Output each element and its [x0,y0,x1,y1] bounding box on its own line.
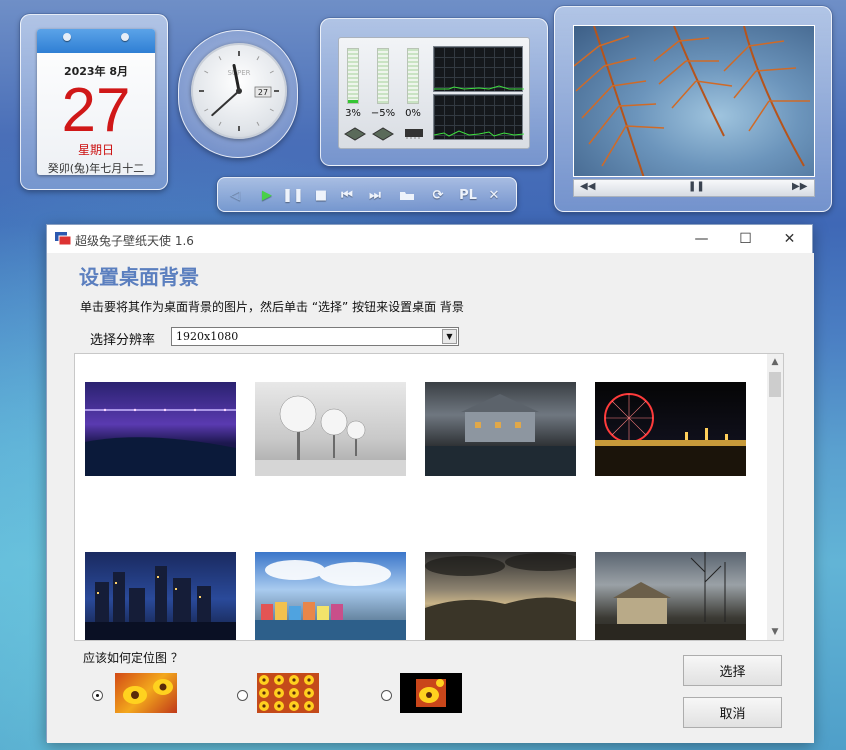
clock-date-window: 27 [258,88,268,97]
cancel-button[interactable]: 取消 [683,697,782,728]
chevron-down-icon[interactable]: ▼ [442,329,457,344]
cpu2-meter [377,48,389,104]
instruction-text: 单击要将其作为桌面背景的图片，然后单击 “选择” 按钮来设置桌面 背景 [80,300,464,314]
title-bar[interactable]: 超级兔子壁纸天使 1.6 — ☐ ✕ [47,225,812,253]
media-control-bar: ◁ ▶ ❚❚ ■ ⏮ ⏭ ⟳ PL ✕ [217,177,517,212]
gallery-scrollbar[interactable]: ▲ ▼ [767,354,783,640]
radio-tile[interactable] [237,690,248,701]
app-icon [55,232,71,246]
resolution-label: 选择分辨率 [90,333,156,348]
radio-stretch[interactable] [92,690,103,701]
previous-icon[interactable]: ⏮ [338,185,356,205]
thumbnail-old-house[interactable] [595,552,746,640]
radio-center[interactable] [381,690,392,701]
memory-meter [407,48,419,104]
calendar-day: 27 [61,76,131,145]
thumbnail-frosted-trees[interactable] [255,382,406,476]
scroll-down-icon[interactable]: ▼ [767,624,783,640]
wallpaper-gallery[interactable]: ▲ ▼ [74,353,784,641]
next-icon[interactable]: ⏭ [366,185,384,205]
position-tile-preview[interactable] [257,673,319,713]
thumbnail-city-skyline[interactable] [85,552,236,640]
calendar-gadget[interactable]: 2023年 8月 27 星期日 癸卯(兔)年七月十二 [20,14,168,190]
system-monitor-gadget[interactable]: 3% −5% 0% [320,18,548,166]
close-icon[interactable]: ✕ [484,185,504,205]
minimize-icon[interactable]: — [679,227,724,251]
cpu1-percent: 3% [345,108,361,119]
playlist-button[interactable]: PL [456,185,480,205]
calendar-ring-icon [121,33,129,41]
page-title: 设置桌面背景 [79,265,199,289]
cpu-graph [433,46,524,92]
calendar-header [37,29,155,53]
open-folder-icon[interactable] [396,185,418,205]
clock-gadget[interactable]: SUPER 27 [178,30,298,158]
wallpaper-dialog: 超级兔子壁纸天使 1.6 — ☐ ✕ 设置桌面背景 单击要将其作为桌面背景的图片… [46,224,814,743]
thumbnail-harbor-house[interactable] [425,382,576,476]
scroll-thumb[interactable] [769,372,781,397]
thumbnail-colorful-harbor[interactable] [255,552,406,640]
position-label: 应该如何定位图 ？ [83,651,183,665]
calendar-weekday: 星期日 [77,143,114,157]
slideshow-gadget[interactable]: ◀◀ ❚❚ ▶▶ [554,6,832,212]
monitor-panel: 3% −5% 0% [338,37,530,149]
back-icon[interactable]: ◁ [226,185,244,205]
slideshow-image [573,25,815,177]
select-button[interactable]: 选择 [683,655,782,686]
thumbnail-ferris-wheel[interactable] [595,382,746,476]
clock-face: SUPER 27 [191,43,287,139]
position-center-preview[interactable] [400,673,462,713]
memory-chip-icon [405,129,423,139]
pause-icon[interactable]: ❚❚ [688,181,705,192]
thumbnail-hills-clouds[interactable] [425,552,576,640]
window-title: 超级兔子壁纸天使 1.6 [75,234,194,248]
cpu-chip-icon [344,127,394,141]
dialog-body: 设置桌面背景 单击要将其作为桌面背景的图片，然后单击 “选择” 按钮来设置桌面 … [47,253,814,743]
calendar-page: 2023年 8月 27 星期日 癸卯(兔)年七月十二 [37,29,155,175]
clock-hands: SUPER 27 [199,51,279,131]
slideshow-controls: ◀◀ ❚❚ ▶▶ [573,179,815,197]
play-icon[interactable]: ▶ [258,185,276,205]
close-icon[interactable]: ✕ [767,227,812,251]
cpu1-meter [347,48,359,104]
scroll-up-icon[interactable]: ▲ [767,354,783,370]
cpu2-percent: −5% [370,108,396,119]
thumbnail-night-bridge[interactable] [85,382,236,476]
memory-graph [433,94,525,140]
next-icon[interactable]: ▶▶ [792,181,807,192]
position-stretch-preview[interactable] [115,673,177,713]
pause-icon[interactable]: ❚❚ [282,185,304,205]
calendar-ring-icon [63,33,71,41]
maximize-icon[interactable]: ☐ [723,227,768,251]
previous-icon[interactable]: ◀◀ [580,181,595,192]
resolution-select[interactable]: 1920x1080 ▼ [171,327,459,346]
svg-text:SUPER: SUPER [227,69,250,77]
repeat-icon[interactable]: ⟳ [428,185,448,205]
memory-percent: 0% [405,108,421,119]
resolution-value: 1920x1080 [176,330,239,343]
calendar-lunar-date: 癸卯(兔)年七月十二 [47,162,145,175]
stop-icon[interactable]: ■ [312,185,330,205]
